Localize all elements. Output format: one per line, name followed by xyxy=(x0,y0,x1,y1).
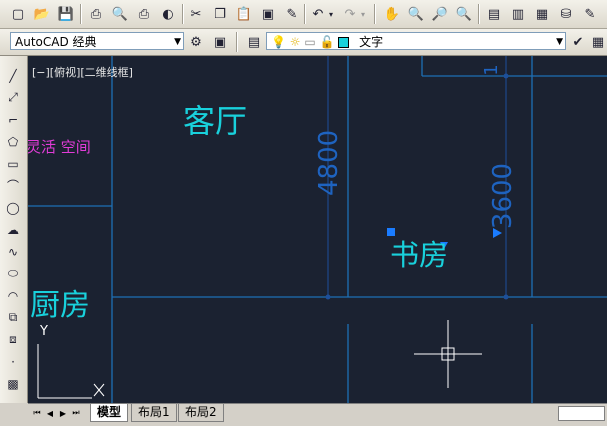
make-current-layer-icon[interactable]: ✔ xyxy=(568,32,588,52)
first-tab-icon[interactable]: ⏮ xyxy=(32,407,42,419)
drawing-canvas[interactable]: [−][俯视][二维线框] 客厅 灵活 空间 厨房 书房 4800 3600 1… xyxy=(28,56,607,403)
publish-icon[interactable]: ⎙ xyxy=(134,4,154,24)
cut-icon[interactable]: ✂ xyxy=(186,4,206,24)
print-preview-icon[interactable]: 🔍 xyxy=(110,4,130,24)
room-label-study: 书房 xyxy=(390,238,449,272)
last-tab-icon[interactable]: ⏭ xyxy=(71,407,81,419)
crosshair-cursor xyxy=(414,320,482,388)
zoom-realtime-icon[interactable]: 🔍 xyxy=(406,4,426,24)
layer-previous-icon[interactable]: ▦ xyxy=(588,32,607,52)
tab-layout2[interactable]: 布局2 xyxy=(178,404,224,422)
markup-icon[interactable]: ✎ xyxy=(580,4,600,24)
point-icon[interactable]: · xyxy=(3,352,23,371)
spline-icon[interactable]: ∿ xyxy=(3,242,23,261)
chevron-down-icon: ▼ xyxy=(556,37,563,47)
zoom-previous-icon[interactable]: 🔍 xyxy=(454,4,474,24)
line-icon[interactable]: ╱ xyxy=(3,66,23,85)
drawing-svg xyxy=(28,56,607,403)
chevron-down-icon: ▼ xyxy=(174,37,181,47)
room-label-kitchen: 厨房 xyxy=(30,288,90,323)
dimension-text-3600: 3600 xyxy=(488,162,518,230)
layout-tab-bar: ⏮ ◀ ▶ ⏭ 模型 布局1 布局2 xyxy=(28,403,607,426)
workspace-select[interactable]: AutoCAD 经典 ▼ xyxy=(10,32,184,50)
toolbar-separator xyxy=(236,32,238,52)
polyline-icon[interactable]: ⌐ xyxy=(3,110,23,129)
match-properties-icon[interactable]: ▣ xyxy=(258,4,278,24)
dimension-text-1: 1 xyxy=(481,64,502,76)
save-icon[interactable]: 💾 xyxy=(56,4,76,24)
toolbar-separator xyxy=(80,4,82,24)
workspace-select-value: AutoCAD 经典 xyxy=(15,35,97,49)
undo-icon[interactable]: ↶ xyxy=(308,4,328,24)
rectangle-icon[interactable]: ▭ xyxy=(3,154,23,173)
hatch-icon[interactable]: ▩ xyxy=(3,374,23,393)
ellipse-arc-icon[interactable]: ◠ xyxy=(3,286,23,305)
tool-palettes-icon[interactable]: ▦ xyxy=(532,4,552,24)
3d-publish-icon[interactable]: ◐ xyxy=(158,4,178,24)
polygon-icon[interactable]: ⬠ xyxy=(3,132,23,151)
construction-line-icon[interactable]: ⤢ xyxy=(3,88,23,107)
toolbar-separator xyxy=(374,4,376,24)
new-file-icon[interactable]: ▢ xyxy=(8,4,28,24)
previous-tab-icon[interactable]: ◀ xyxy=(45,407,55,419)
ellipse-icon[interactable]: ⬭ xyxy=(3,264,23,283)
room-label-flexible: 灵活 空间 xyxy=(28,138,91,156)
dimension-tick xyxy=(503,294,509,300)
dimension-tick xyxy=(503,73,509,79)
insert-block-icon[interactable]: ⧉ xyxy=(3,308,23,327)
ucs-icon xyxy=(37,344,105,399)
standard-toolbar: ▢ 📂 💾 ⎙ 🔍 ⎙ ◐ ✂ ❐ 📋 ▣ ✎ ↶ ▾ ↷ ▾ ✋ 🔍 🔎 🔍 … xyxy=(0,0,607,29)
layer-select-value: 文字 xyxy=(359,35,384,49)
layer-color-swatch xyxy=(338,37,350,48)
block-editor-icon[interactable]: ✎ xyxy=(282,4,302,24)
copy-icon[interactable]: ❐ xyxy=(210,4,230,24)
print-icon[interactable]: ⎙ xyxy=(86,4,106,24)
workspace-settings-icon[interactable]: ⚙ xyxy=(186,32,206,52)
open-file-icon[interactable]: 📂 xyxy=(32,4,52,24)
toolbar-separator xyxy=(478,4,480,24)
paste-icon[interactable]: 📋 xyxy=(234,4,254,24)
workspace-icon[interactable]: ▣ xyxy=(210,32,230,52)
revision-cloud-icon[interactable]: ☁ xyxy=(3,220,23,239)
properties-icon[interactable]: ▤ xyxy=(484,4,504,24)
dimension-text-4800: 4800 xyxy=(314,129,344,196)
draw-toolbar: ╱ ⤢ ⌐ ⬠ ▭ ⌒ ◯ ☁ ∿ ⬭ ◠ ⧉ ⧈ · ▩ xyxy=(0,56,28,403)
toolbar-separator xyxy=(182,4,184,24)
toolbar-separator xyxy=(304,4,306,24)
redo-icon[interactable]: ↷ xyxy=(340,4,360,24)
ucs-y-label: Y xyxy=(40,324,48,339)
pan-icon[interactable]: ✋ xyxy=(382,4,402,24)
circle-icon[interactable]: ◯ xyxy=(3,198,23,217)
design-center-icon[interactable]: ▥ xyxy=(508,4,528,24)
tab-layout1[interactable]: 布局1 xyxy=(131,404,177,422)
workspace-layers-toolbar: AutoCAD 经典 ▼ ⚙ ▣ ▤ 💡 ☼ ▭ 🔓 文字 ▼ ✔ ▦ xyxy=(0,29,607,56)
horizontal-scrollbar[interactable] xyxy=(558,406,605,421)
layer-viewport-icon: ▭ xyxy=(304,35,316,49)
arc-icon[interactable]: ⌒ xyxy=(3,176,23,195)
layer-lock-icon: 🔓 xyxy=(319,35,335,49)
redo-dropdown-icon[interactable]: ▾ xyxy=(358,4,368,24)
dimension-tick xyxy=(325,294,331,300)
layer-on-icon: 💡 xyxy=(271,35,286,49)
layer-thaw-icon: ☼ xyxy=(289,35,301,49)
zoom-window-icon[interactable]: 🔎 xyxy=(430,4,450,24)
viewport-label[interactable]: [−][俯视][二维线框] xyxy=(32,64,133,80)
layer-properties-icon[interactable]: ▤ xyxy=(244,32,264,52)
sheet-set-icon[interactable]: ⛁ xyxy=(556,4,576,24)
undo-dropdown-icon[interactable]: ▾ xyxy=(326,4,336,24)
room-label-living: 客厅 xyxy=(183,102,248,140)
tab-model[interactable]: 模型 xyxy=(90,404,129,422)
next-tab-icon[interactable]: ▶ xyxy=(58,407,68,419)
layer-select[interactable]: 💡 ☼ ▭ 🔓 文字 ▼ xyxy=(266,32,566,50)
make-block-icon[interactable]: ⧈ xyxy=(3,330,23,349)
